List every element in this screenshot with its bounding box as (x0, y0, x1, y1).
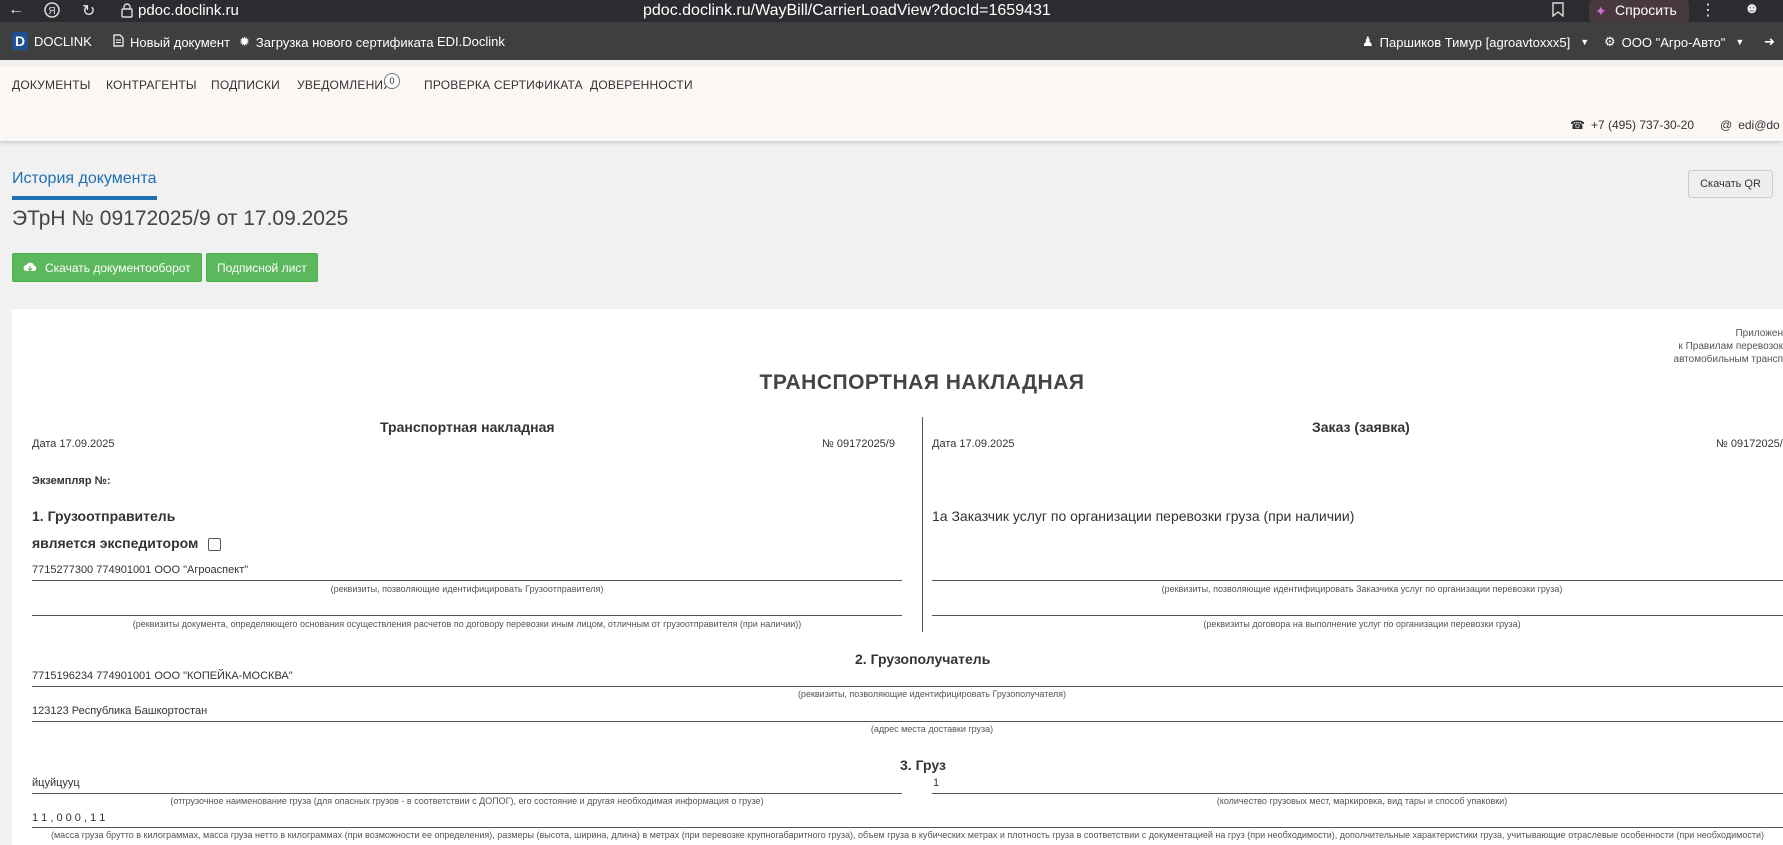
user-menu[interactable]: ♟ Паршиков Тимур [agroavtoxxx5] ▼ (1362, 34, 1589, 50)
tab-documents[interactable]: ДОКУМЕНТЫ (12, 78, 91, 92)
phone-icon: ☎ (1570, 118, 1585, 132)
delivery-address-line (32, 721, 1783, 722)
lock-icon (121, 3, 133, 18)
cargo-name: йцуйцуyц (32, 777, 80, 789)
cargo-mass-caption: (масса груза брутто в килограммах, масса… (51, 830, 1764, 840)
cargo-mass-line (32, 827, 1783, 828)
order-number: № 09172025/ (1716, 438, 1783, 450)
ask-button[interactable]: ✦ Спросить (1589, 0, 1689, 22)
cloud-download-icon (23, 261, 37, 275)
waybill-heading: Транспортная накладная (380, 419, 555, 435)
page-title: ЭТрН № 09172025/9 от 17.09.2025 (12, 207, 349, 230)
consignee-details: 7715196234 774901001 ООО "КОПЕЙКА-МОСКВА… (32, 670, 293, 682)
at-icon: @ (1720, 118, 1733, 132)
document-icon (113, 34, 124, 50)
shipper-caption: (реквизиты, позволяющие идентифицировать… (330, 584, 604, 594)
support-email[interactable]: @ edi@do (1720, 118, 1780, 132)
delivery-address-caption: (адрес места доставки груза) (870, 724, 994, 734)
cog-icon: ✹ (239, 34, 250, 49)
customer-caption: (реквизиты, позволяющие идентифицировать… (1161, 584, 1563, 594)
consignee-line (32, 686, 1783, 687)
shipper-line (32, 580, 902, 581)
forwarder-label: является экспедитором (32, 535, 222, 551)
new-document-link[interactable]: Новый документ (113, 34, 230, 50)
tab-powers-of-attorney[interactable]: ДОВЕРЕННОСТИ (590, 78, 693, 92)
gear-icon: ⚙ (1604, 34, 1616, 49)
cargo-quantity: 1 (933, 777, 940, 789)
edi-link[interactable]: EDI.Doclink (437, 34, 505, 49)
profile-avatar-icon[interactable]: ☻ (1744, 0, 1760, 17)
download-workflow-button[interactable]: Скачать документооборот (12, 253, 202, 282)
cargo-mass: 1 1 , 0 0 0 , 1 1 (32, 812, 106, 824)
yandex-icon[interactable]: Я (44, 2, 60, 23)
contract-line (932, 615, 1783, 616)
forwarder-checkbox[interactable] (208, 537, 222, 551)
signature-sheet-button[interactable]: Подписной лист (206, 253, 318, 282)
logout-icon[interactable]: ➜ (1764, 34, 1775, 50)
ask-icon: ✦ (1595, 3, 1607, 19)
logo-icon: D (12, 32, 28, 50)
organization-menu[interactable]: ⚙ ООО "Агро-Авто" ▼ (1604, 34, 1744, 50)
waybill-date: Дата 17.09.2025 (32, 438, 115, 450)
section-cargo-title: 3. Груз (900, 757, 946, 773)
consignee-caption: (реквизиты, позволяющие идентифицировать… (797, 689, 1067, 699)
section-shipper-title: 1. Грузоотправитель (32, 508, 176, 524)
notifications-count-badge: 0 (384, 73, 400, 89)
reload-icon[interactable]: ↻ (82, 1, 95, 21)
contract-caption: (реквизиты договора на выполнение услуг … (1203, 619, 1521, 629)
tab-certificate-check[interactable]: ПРОВЕРКА СЕРТИФИКАТА (424, 78, 583, 92)
cargo-name-line (32, 793, 902, 794)
chevron-down-icon: ▼ (1580, 37, 1590, 47)
tab-notifications[interactable]: УВЕДОМЛЕНИЯ (297, 78, 392, 92)
main-navigation: ДОКУМЕНТЫ КОНТРАГЕНТЫ ПОДПИСКИ УВЕДОМЛЕН… (0, 66, 1783, 141)
tab-document-history[interactable]: История документа (12, 170, 157, 188)
address-bar-url[interactable]: pdoc.doclink.ru/WayBill/CarrierLoadView?… (643, 2, 1051, 20)
active-tab-indicator (12, 196, 157, 200)
section-customer-title: 1а Заказчик услуг по организации перевоз… (932, 508, 1355, 524)
site-name[interactable]: pdoc.doclink.ru (138, 2, 239, 19)
browser-toolbar: ← Я ↻ pdoc.doclink.ru pdoc.doclink.ru/Wa… (0, 0, 1783, 22)
menu-dots-icon[interactable]: ⋮ (1700, 0, 1716, 20)
order-heading: Заказ (заявка) (1312, 419, 1410, 435)
tab-counterparties[interactable]: КОНТРАГЕНТЫ (106, 78, 197, 92)
tab-subscriptions[interactable]: ПОДПИСКИ (211, 78, 280, 92)
payment-basis-caption: (реквизиты документа, определяющего осно… (132, 619, 802, 629)
customer-line (932, 580, 1783, 581)
upload-certificate-link[interactable]: ✹ Загрузка нового сертификата (239, 34, 434, 50)
doclink-logo[interactable]: D DOCLINK (12, 32, 92, 50)
cargo-quantity-caption: (количество грузовых мест, маркировка, в… (1216, 796, 1508, 806)
appendix-note: Приложен к Правилам перевозок автомобиль… (1673, 328, 1783, 365)
shipper-details: 7715277300 774901001 ООО "Агроаспект" (32, 564, 249, 576)
support-phone[interactable]: ☎ +7 (495) 737-30-20 (1570, 118, 1694, 132)
copy-number-label: Экземпляр №: (32, 475, 111, 487)
chevron-down-icon: ▼ (1735, 37, 1745, 47)
payment-basis-line (32, 615, 902, 616)
waybill-document: Приложен к Правилам перевозок автомобиль… (12, 309, 1783, 845)
delivery-address: 123123 Республика Башкортостан (32, 705, 208, 717)
cargo-quantity-line (932, 793, 1783, 794)
user-icon: ♟ (1362, 34, 1374, 49)
section-consignee-title: 2. Грузополучатель (855, 651, 991, 667)
order-date: Дата 17.09.2025 (932, 438, 1015, 450)
waybill-number: № 09172025/9 (822, 438, 895, 450)
back-icon[interactable]: ← (8, 1, 24, 19)
column-divider (922, 417, 923, 632)
bookmark-icon[interactable] (1552, 2, 1564, 22)
download-qr-button[interactable]: Скачать QR (1688, 170, 1773, 198)
svg-text:Я: Я (48, 6, 55, 17)
app-header: D DOCLINK Новый документ ✹ Загрузка ново… (0, 22, 1783, 60)
document-heading: ТРАНСПОРТНАЯ НАКЛАДНАЯ (759, 371, 1085, 394)
cargo-name-caption: (отгрузочное наименование груза (для опа… (170, 796, 764, 806)
